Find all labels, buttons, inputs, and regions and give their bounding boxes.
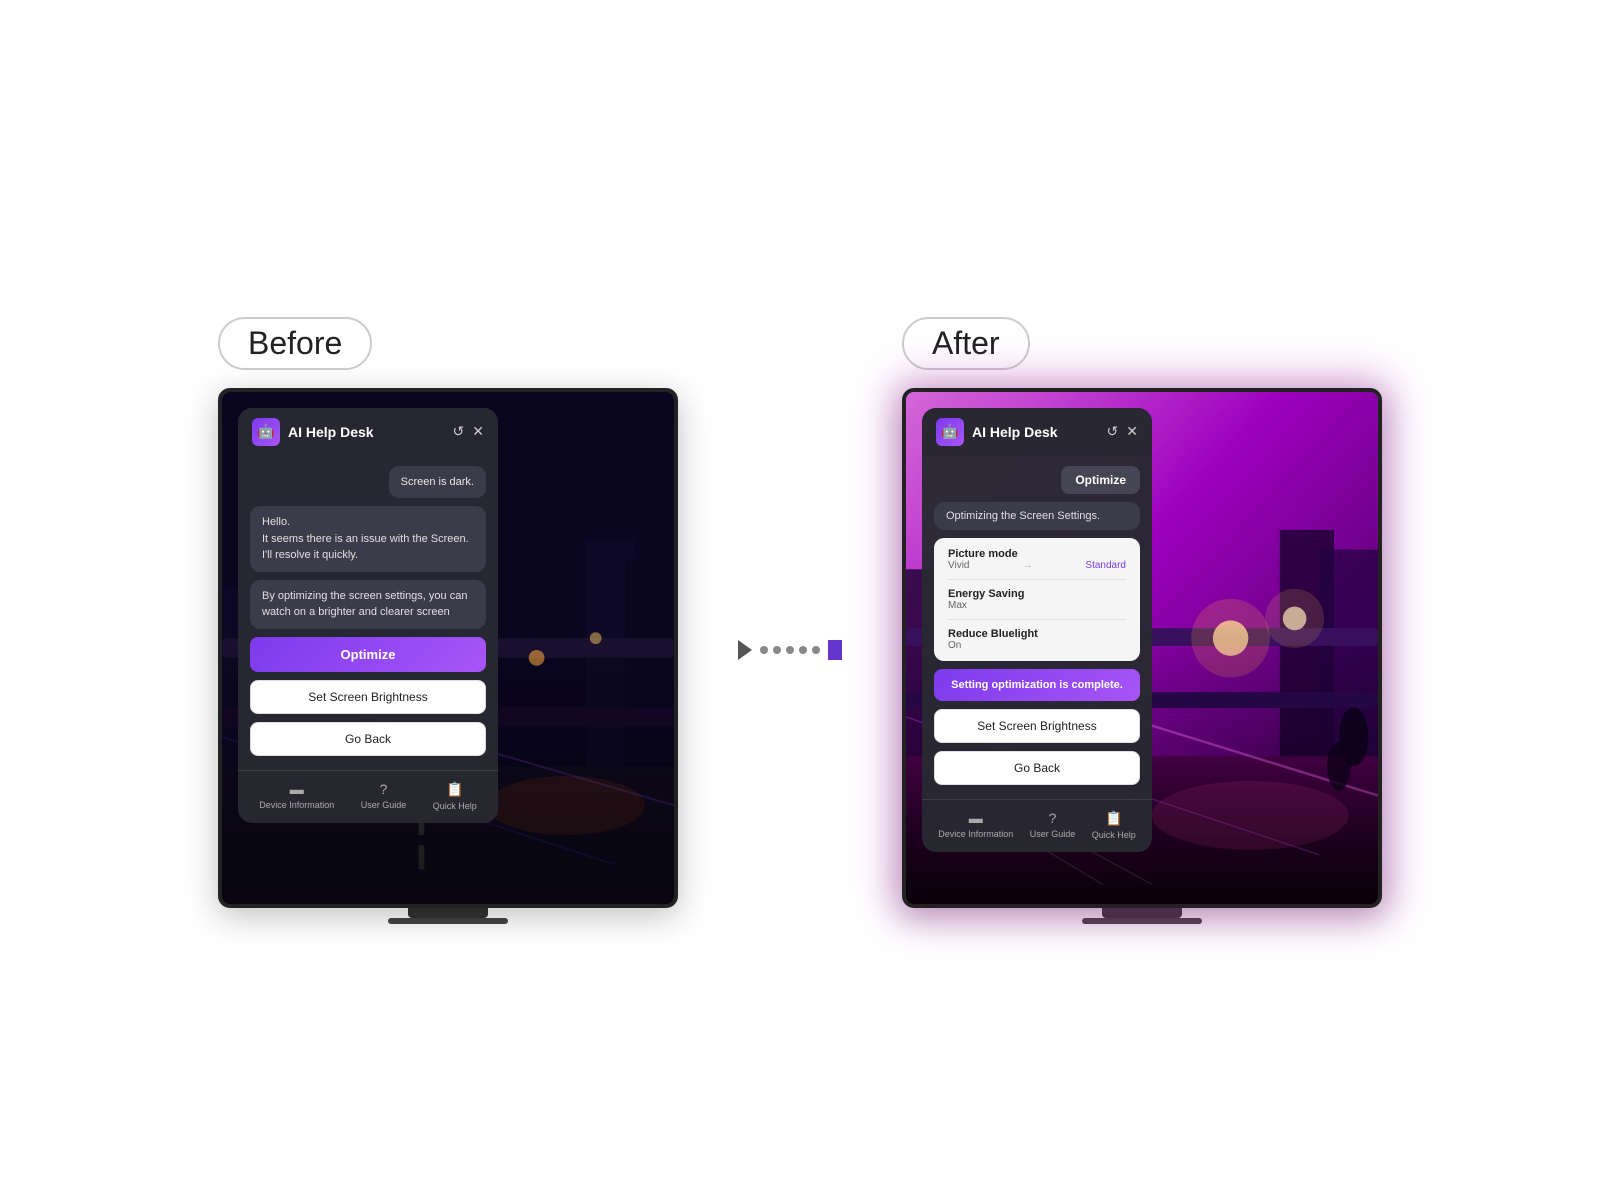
energy-saving-label: Energy Saving — [948, 588, 1126, 600]
after-guide-icon: ? — [1049, 810, 1057, 826]
after-ai-icon: 🤖 — [936, 418, 964, 446]
after-back-button[interactable]: Go Back — [934, 751, 1140, 785]
after-tv-stand — [1102, 908, 1182, 918]
before-brightness-button[interactable]: Set Screen Brightness — [250, 680, 486, 714]
picture-mode-values: Vivid → Standard — [948, 560, 1126, 571]
arrow-connector — [738, 640, 842, 660]
after-tv-base — [1082, 918, 1202, 924]
dots-container — [760, 646, 820, 654]
before-dialog: 🤖 AI Help Desk ↺ ✕ Screen is dark. Hello… — [238, 408, 498, 823]
dot-2 — [773, 646, 781, 654]
before-tv-stand — [408, 908, 488, 918]
after-dialog: 🤖 AI Help Desk ↺ ✕ Optimize Optimizing t… — [922, 408, 1152, 852]
arrow-head-left — [738, 640, 752, 660]
after-close-button[interactable]: ✕ — [1126, 423, 1138, 440]
before-optimize-button[interactable]: Optimize — [250, 637, 486, 672]
before-dialog-footer: ▬ Device Information ? User Guide 📋 Quic… — [238, 770, 498, 823]
picture-mode-to: Standard — [1085, 560, 1126, 571]
before-device-icon: ▬ — [290, 781, 304, 797]
before-tv-screen: 🤖 AI Help Desk ↺ ✕ Screen is dark. Hello… — [218, 388, 678, 908]
dot-3 — [786, 646, 794, 654]
after-header-left: 🤖 AI Help Desk — [936, 418, 1058, 446]
before-help-icon: 📋 — [446, 781, 463, 798]
energy-saving-row: Energy Saving Max — [948, 588, 1126, 611]
after-tv-screen: 🤖 AI Help Desk ↺ ✕ Optimize Optimizing t… — [902, 388, 1382, 908]
after-dialog-title: AI Help Desk — [972, 424, 1058, 440]
after-complete-button[interactable]: Setting optimization is complete. — [934, 669, 1140, 701]
divider-1 — [948, 579, 1126, 580]
main-container: Before — [0, 317, 1600, 924]
after-refresh-button[interactable]: ↺ — [1107, 423, 1119, 440]
after-label: After — [902, 317, 1030, 370]
before-label: Before — [218, 317, 372, 370]
after-footer-guide[interactable]: ? User Guide — [1030, 810, 1076, 840]
before-dialog-body: Screen is dark. Hello.It seems there is … — [238, 456, 498, 766]
before-close-button[interactable]: ✕ — [472, 423, 484, 440]
after-brightness-button[interactable]: Set Screen Brightness — [934, 709, 1140, 743]
before-screen-dark-bubble: Screen is dark. — [389, 466, 486, 499]
after-panel: After — [902, 317, 1382, 924]
before-dialog-header: 🤖 AI Help Desk ↺ ✕ — [238, 408, 498, 456]
before-footer-guide[interactable]: ? User Guide — [361, 781, 407, 811]
after-device-icon: ▬ — [969, 810, 983, 826]
before-back-button[interactable]: Go Back — [250, 722, 486, 756]
before-dialog-title: AI Help Desk — [288, 424, 374, 440]
after-dialog-footer: ▬ Device Information ? User Guide 📋 Quic… — [922, 799, 1152, 852]
after-dialog-controls: ↺ ✕ — [1107, 423, 1138, 440]
after-settings-card: Picture mode Vivid → Standard Energy Sav… — [934, 538, 1140, 661]
divider-2 — [948, 619, 1126, 620]
after-help-icon: 📋 — [1105, 810, 1122, 827]
dot-4 — [799, 646, 807, 654]
arrow-head-right — [828, 640, 842, 660]
after-dialog-header: 🤖 AI Help Desk ↺ ✕ — [922, 408, 1152, 456]
before-tv-base — [388, 918, 508, 924]
before-panel: Before — [218, 317, 678, 924]
after-optimize-top-button[interactable]: Optimize — [1061, 466, 1140, 494]
energy-saving-value: Max — [948, 600, 1126, 611]
before-footer-help[interactable]: 📋 Quick Help — [433, 781, 477, 811]
after-footer-device[interactable]: ▬ Device Information — [938, 810, 1013, 840]
after-status-bubble: Optimizing the Screen Settings. — [934, 502, 1140, 530]
before-dialog-controls: ↺ ✕ — [453, 423, 484, 440]
picture-mode-row: Picture mode Vivid → Standard — [948, 548, 1126, 571]
before-ai-icon: 🤖 — [252, 418, 280, 446]
before-guide-icon: ? — [380, 781, 388, 797]
before-footer-device[interactable]: ▬ Device Information — [259, 781, 334, 811]
after-dialog-body: Optimize Optimizing the Screen Settings.… — [922, 456, 1152, 795]
after-footer-help[interactable]: 📋 Quick Help — [1092, 810, 1136, 840]
picture-mode-label: Picture mode — [948, 548, 1126, 560]
reduce-bluelight-label: Reduce Bluelight — [948, 628, 1126, 640]
arrow-icon: → — [1022, 560, 1032, 571]
dot-5 — [812, 646, 820, 654]
dot-1 — [760, 646, 768, 654]
before-optimize-bubble: By optimizing the screen settings, you c… — [250, 580, 486, 629]
before-header-left: 🤖 AI Help Desk — [252, 418, 374, 446]
picture-mode-from: Vivid — [948, 560, 970, 571]
reduce-bluelight-value: On — [948, 640, 1126, 651]
reduce-bluelight-row: Reduce Bluelight On — [948, 628, 1126, 651]
before-hello-bubble: Hello.It seems there is an issue with th… — [250, 506, 486, 572]
before-refresh-button[interactable]: ↺ — [453, 423, 465, 440]
